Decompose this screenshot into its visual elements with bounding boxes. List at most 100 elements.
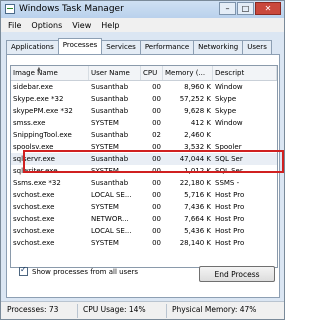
cell-memory: 412 K xyxy=(190,119,211,127)
process-row[interactable]: svchost.exe SYSTEM 00 28,140 K Host Pro xyxy=(11,237,277,249)
cell-cpu: 00 xyxy=(152,107,161,115)
cell-description: Window xyxy=(215,83,243,91)
process-row[interactable]: Ssms.exe *32 Susanthab 00 22,180 K SSMS - xyxy=(11,177,277,189)
cell-cpu: 00 xyxy=(152,83,161,91)
cell-cpu: 00 xyxy=(152,179,161,187)
cell-user-name: Susanthab xyxy=(91,179,129,187)
cell-image-name: sidebar.exe xyxy=(13,83,53,91)
show-all-processes-label: Show processes from all users xyxy=(32,267,139,276)
cell-user-name: SYSTEM xyxy=(91,119,119,127)
cell-user-name: Susanthab xyxy=(91,95,129,103)
status-processes: Processes: 73 xyxy=(7,305,59,314)
cell-cpu: 02 xyxy=(152,131,161,139)
end-process-button[interactable]: End Process xyxy=(199,266,275,282)
cell-description: Window xyxy=(215,119,243,127)
cell-user-name: SYSTEM xyxy=(91,239,119,247)
cell-cpu: 00 xyxy=(152,203,161,211)
tab-processes[interactable]: Processes xyxy=(57,38,103,54)
status-bar: Processes: 73 CPU Usage: 14% Physical Me… xyxy=(1,301,284,319)
cell-user-name: Susanthab xyxy=(91,131,129,139)
cell-image-name: svchost.exe xyxy=(13,239,55,247)
cell-description: Skype xyxy=(215,107,237,115)
menu-file[interactable]: File xyxy=(8,21,21,30)
minimize-button[interactable]: – xyxy=(219,2,236,15)
cell-memory: 2,460 K xyxy=(184,131,211,139)
cell-user-name: SYSTEM xyxy=(91,203,119,211)
column-cpu[interactable]: CPU xyxy=(141,66,163,80)
red-highlight-box xyxy=(23,150,284,173)
cell-image-name: SnippingTool.exe xyxy=(13,131,72,139)
process-row[interactable]: svchost.exe LOCAL SE... 00 5,716 K Host Pro xyxy=(11,189,277,201)
cell-memory: 22,180 K xyxy=(179,179,211,187)
process-row[interactable]: svchost.exe SYSTEM 00 7,436 K Host Pro xyxy=(11,201,277,213)
tab-services[interactable]: Services xyxy=(101,40,141,54)
cell-user-name: Susanthab xyxy=(91,83,129,91)
status-divider xyxy=(166,304,167,318)
tab-networking[interactable]: Networking xyxy=(193,40,244,54)
cell-cpu: 00 xyxy=(152,95,161,103)
cell-description: Skype xyxy=(215,95,237,103)
cell-memory: 57,252 K xyxy=(179,95,211,103)
cell-image-name: svchost.exe xyxy=(13,227,55,235)
status-cpu-usage: CPU Usage: 14% xyxy=(83,305,146,314)
cell-memory: 7,436 K xyxy=(184,203,211,211)
cell-description: Host Pro xyxy=(215,227,245,235)
process-row[interactable]: sidebar.exe Susanthab 00 8,960 K Window xyxy=(11,81,277,93)
cell-cpu: 00 xyxy=(152,191,161,199)
task-manager-window: Windows Task Manager – □ ✕ File Options … xyxy=(0,0,285,320)
tab-applications[interactable]: Applications xyxy=(6,40,59,54)
column-description[interactable]: Descript xyxy=(213,66,277,80)
cell-description: Host Pro xyxy=(215,239,245,247)
tab-performance[interactable]: Performance xyxy=(139,40,195,54)
status-physical-memory: Physical Memory: 47% xyxy=(172,305,257,314)
cell-description: SSMS - xyxy=(215,179,240,187)
status-divider xyxy=(77,304,78,318)
cell-description: Host Pro xyxy=(215,191,245,199)
process-row[interactable]: smss.exe SYSTEM 00 412 K Window xyxy=(11,117,277,129)
process-row[interactable]: skypePM.exe *32 Susanthab 00 9,628 K Skype xyxy=(11,105,277,117)
cell-image-name: Skype.exe *32 xyxy=(13,95,64,103)
window-title: Windows Task Manager xyxy=(19,4,124,14)
cell-memory: 8,960 K xyxy=(184,83,211,91)
show-all-processes-option[interactable]: Show processes from all users xyxy=(19,265,139,276)
process-row[interactable]: Skype.exe *32 Susanthab 00 57,252 K Skype xyxy=(11,93,277,105)
sort-ascending-icon: ▲ xyxy=(37,66,41,72)
cell-image-name: Ssms.exe *32 xyxy=(13,179,61,187)
cell-cpu: 00 xyxy=(152,239,161,247)
cell-description xyxy=(213,129,277,141)
cell-cpu: 00 xyxy=(152,215,161,223)
cell-user-name: Susanthab xyxy=(91,107,129,115)
cell-description: Host Pro xyxy=(215,215,245,223)
cell-image-name: svchost.exe xyxy=(13,215,55,223)
cell-memory: 5,716 K xyxy=(184,191,211,199)
cell-user-name: LOCAL SE... xyxy=(91,227,132,235)
process-row[interactable]: SnippingTool.exe Susanthab 02 2,460 K xyxy=(11,129,277,141)
cell-cpu: 00 xyxy=(152,119,161,127)
processes-panel: ▲ Image Name User Name CPU Memory (... D… xyxy=(6,54,280,298)
column-user-name[interactable]: User Name xyxy=(89,66,141,80)
tab-users[interactable]: Users xyxy=(242,40,272,54)
maximize-button[interactable]: □ xyxy=(237,2,254,15)
cell-memory: 9,628 K xyxy=(184,107,211,115)
cell-description: Host Pro xyxy=(215,203,245,211)
cell-image-name: smss.exe xyxy=(13,119,46,127)
cell-memory: 5,436 K xyxy=(184,227,211,235)
process-row[interactable]: svchost.exe NETWOR... 00 7,664 K Host Pro xyxy=(11,213,277,225)
title-bar[interactable]: Windows Task Manager – □ ✕ xyxy=(1,1,284,18)
cell-memory: 7,664 K xyxy=(184,215,211,223)
menu-options[interactable]: Options xyxy=(31,21,62,30)
show-all-processes-checkbox[interactable] xyxy=(19,265,28,276)
cell-user-name: LOCAL SE... xyxy=(91,191,132,199)
cell-image-name: svchost.exe xyxy=(13,203,55,211)
column-memory[interactable]: Memory (... xyxy=(163,66,213,80)
cell-image-name: svchost.exe xyxy=(13,191,55,199)
menu-help[interactable]: Help xyxy=(101,21,119,30)
menu-bar: File Options View Help xyxy=(1,18,284,32)
task-manager-app-icon xyxy=(5,4,15,14)
tab-strip: Applications Processes Services Performa… xyxy=(6,38,272,54)
process-row[interactable]: svchost.exe LOCAL SE... 00 5,436 K Host Pro xyxy=(11,225,277,237)
column-image-name[interactable]: ▲ Image Name xyxy=(11,66,89,80)
close-button[interactable]: ✕ xyxy=(255,2,281,15)
cell-memory: 28,140 K xyxy=(179,239,211,247)
menu-view[interactable]: View xyxy=(72,21,91,30)
